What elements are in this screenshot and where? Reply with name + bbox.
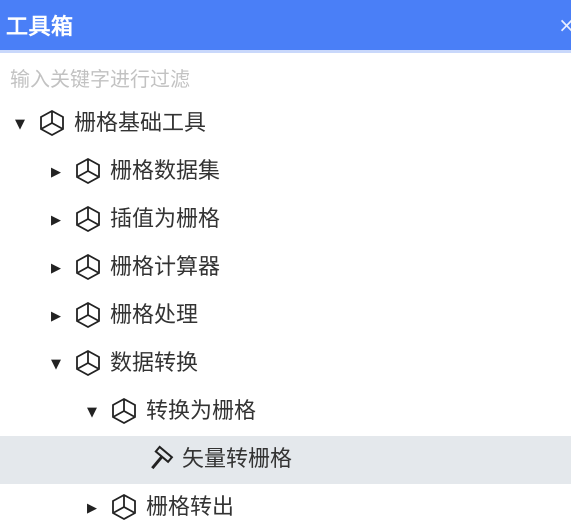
caret-down-icon[interactable]: ▼ [82,388,102,436]
caret-right-icon[interactable]: ▶ [46,292,66,340]
cube-icon [74,157,102,185]
tree-node-label: 栅格处理 [110,303,199,328]
close-icon[interactable]: × [558,13,571,37]
tree-node-label: 数据转换 [110,351,199,376]
cube-icon [38,109,66,137]
caret-right-icon[interactable]: ▶ [46,244,66,292]
titlebar: 工具箱 × [0,0,571,50]
tree-node[interactable]: ▶ 栅格处理 [0,292,571,340]
caret-right-icon[interactable]: ▶ [46,196,66,244]
search-input[interactable] [0,58,571,100]
tree-node[interactable]: ▶ 栅格转出 [0,484,571,532]
caret-down-icon[interactable]: ▼ [10,100,30,148]
tree-node[interactable]: ▶ 栅格计算器 [0,244,571,292]
cube-icon [74,205,102,233]
tree-node-label: 栅格计算器 [110,255,221,280]
cube-icon [74,301,102,329]
tree-node[interactable]: ▼ 转换为栅格 [0,388,571,436]
tree-node-label: 栅格转出 [146,495,235,520]
tree-node[interactable]: ▼ 栅格基础工具 [0,100,571,148]
tree-node[interactable]: ▶ 插值为栅格 [0,196,571,244]
hammer-icon [146,445,174,473]
window-title: 工具箱 [6,15,74,40]
cube-icon [74,253,102,281]
tree-node[interactable]: ▶ 栅格数据集 [0,148,571,196]
cube-icon [110,397,138,425]
tree-node-label: 栅格基础工具 [74,111,207,136]
caret-down-icon[interactable]: ▼ [46,340,66,388]
cube-icon [74,349,102,377]
caret-right-icon[interactable]: ▶ [46,148,66,196]
tree-node-label: 矢量转栅格 [182,447,293,472]
tree-node[interactable]: 矢量转栅格 [0,436,571,484]
cube-icon [110,493,138,521]
tree-node-label: 转换为栅格 [146,399,257,424]
titlebar-divider [0,50,571,53]
tree-node[interactable]: ▼ 数据转换 [0,340,571,388]
tree-node-label: 栅格数据集 [110,159,221,184]
tree-node-label: 插值为栅格 [110,207,221,232]
caret-right-icon[interactable]: ▶ [82,484,102,532]
